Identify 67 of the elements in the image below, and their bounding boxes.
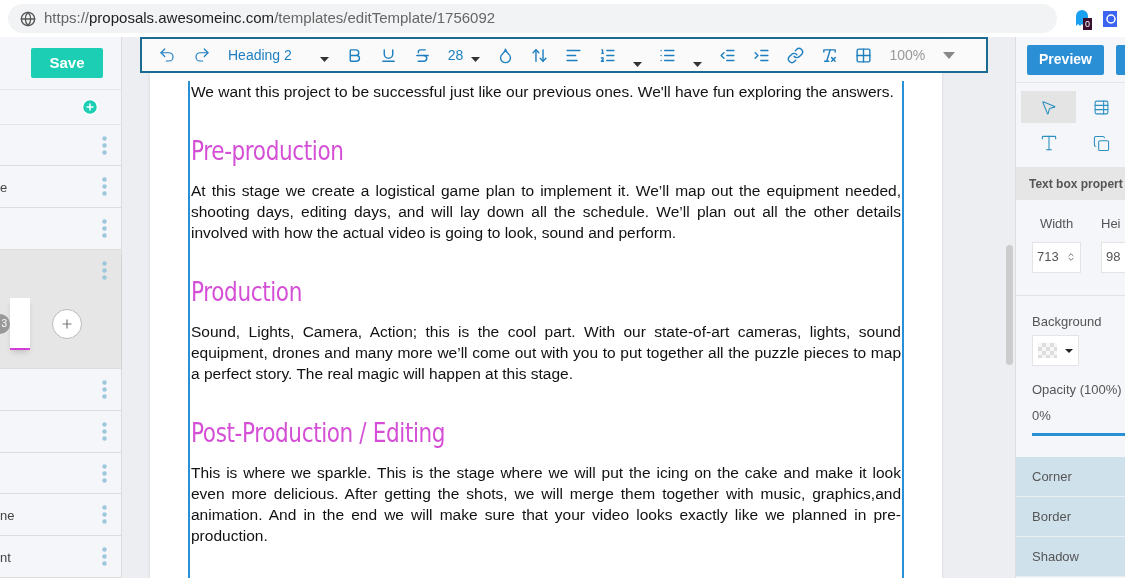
section-heading: Production xyxy=(191,275,303,309)
toolbar-button[interactable] xyxy=(1116,44,1125,75)
add-icon[interactable] xyxy=(81,97,99,116)
stepper-icon[interactable] xyxy=(1066,252,1076,262)
globe-icon xyxy=(20,10,36,27)
table-button[interactable] xyxy=(855,46,873,64)
more-icon[interactable] xyxy=(102,505,107,525)
section-heading: Post-Production / Editing xyxy=(191,416,447,450)
more-icon[interactable] xyxy=(102,380,107,400)
undo-button[interactable] xyxy=(158,46,176,64)
more-icon[interactable] xyxy=(102,547,107,567)
underline-button[interactable] xyxy=(379,46,397,64)
url-text: https://proposals.awesomeinc.com/templates/editTemplate/1756092 xyxy=(44,8,496,29)
body-paragraph: Sound, Lights, Camera, Action; this is the cool part. With our state-of-art cameras, lights, sound equipment, drones and many more we’ll come out with you to put together all the puzzle pieces to map a perfect story. The real magic will happen at this stage. xyxy=(191,322,901,384)
accordion-header[interactable]: Shadow xyxy=(1016,537,1125,577)
caret-icon xyxy=(693,62,703,67)
plus-icon xyxy=(60,316,74,331)
more-icon[interactable] xyxy=(102,463,107,483)
add-page-button[interactable] xyxy=(52,308,82,339)
opacity-label: Opacity (100%) xyxy=(1032,381,1123,399)
background-color-picker[interactable] xyxy=(1032,335,1079,366)
font-size-dropdown[interactable]: 28 xyxy=(447,44,481,66)
section-label: e xyxy=(0,179,8,198)
line-height-button[interactable] xyxy=(531,46,549,64)
page-thumbnail[interactable] xyxy=(10,297,30,350)
opacity-value: 0% xyxy=(1032,406,1052,425)
accordion-header[interactable]: Border xyxy=(1016,497,1125,537)
more-icon[interactable] xyxy=(102,177,107,197)
opacity-slider-fill[interactable] xyxy=(1032,433,1125,436)
body-paragraph: We want this project to be successful just like our previous ones. We'll have fun exploring the answers. xyxy=(191,82,895,102)
pointer-icon xyxy=(1040,98,1057,116)
text-box[interactable] xyxy=(188,81,904,578)
extension-icon[interactable] xyxy=(1103,10,1117,27)
numbered-list-button[interactable] xyxy=(599,46,617,64)
section-heading: Pre-production xyxy=(191,134,345,168)
width-field[interactable]: 713 xyxy=(1032,241,1081,273)
clear-format-button[interactable] xyxy=(821,46,839,64)
strikethrough-button[interactable] xyxy=(413,46,431,64)
scrollbar[interactable] xyxy=(1006,245,1013,365)
height-field[interactable]: 98 xyxy=(1101,241,1125,273)
section-header: Text box propert xyxy=(1016,167,1125,200)
preview-button[interactable]: Preview xyxy=(1027,44,1104,75)
badge-count: 0 xyxy=(1083,17,1092,30)
caret-icon xyxy=(319,56,329,62)
caret-icon xyxy=(943,51,956,59)
body-paragraph: At this stage we create a logistical game plan to implement it. We’ll map out the equipment needed, shooting days, editing days, and will lay down all the schedule. We’ll plan out all the other details involved with how the actual video is going to look, sound and perform. xyxy=(191,181,901,243)
width-label: Width xyxy=(1039,215,1074,233)
block-style-dropdown[interactable]: Heading 2 xyxy=(228,44,329,66)
link-button[interactable] xyxy=(787,46,805,64)
more-icon[interactable] xyxy=(102,135,107,155)
redo-button[interactable] xyxy=(193,46,211,64)
more-icon[interactable] xyxy=(102,219,107,239)
more-icon[interactable] xyxy=(102,421,107,441)
pointer-tool[interactable] xyxy=(1021,91,1076,123)
body-paragraph: This is where we sparkle. This is the stage where we will put the icing on the cake and make it look even more delicious. After getting the shots, we will merge them together with music, graphics,and animation. And in the end we will make sure that your video looks exactly like we planned in pre-production. xyxy=(191,463,901,546)
caret-icon xyxy=(1065,348,1073,353)
table-icon xyxy=(1092,98,1110,116)
section-label: nt xyxy=(0,549,11,568)
address-bar[interactable]: https://proposals.awesomeinc.com/templates/editTemplate/1756092 xyxy=(8,4,1057,33)
page-number: 3 xyxy=(0,313,10,334)
caret-icon xyxy=(633,62,643,67)
accordion-header[interactable]: Corner xyxy=(1016,457,1125,497)
copy-icon xyxy=(1092,134,1110,152)
height-label: Hei xyxy=(1101,215,1122,233)
section-label: ne xyxy=(0,507,15,526)
caret-icon xyxy=(471,56,481,62)
background-label: Background xyxy=(1032,312,1103,331)
